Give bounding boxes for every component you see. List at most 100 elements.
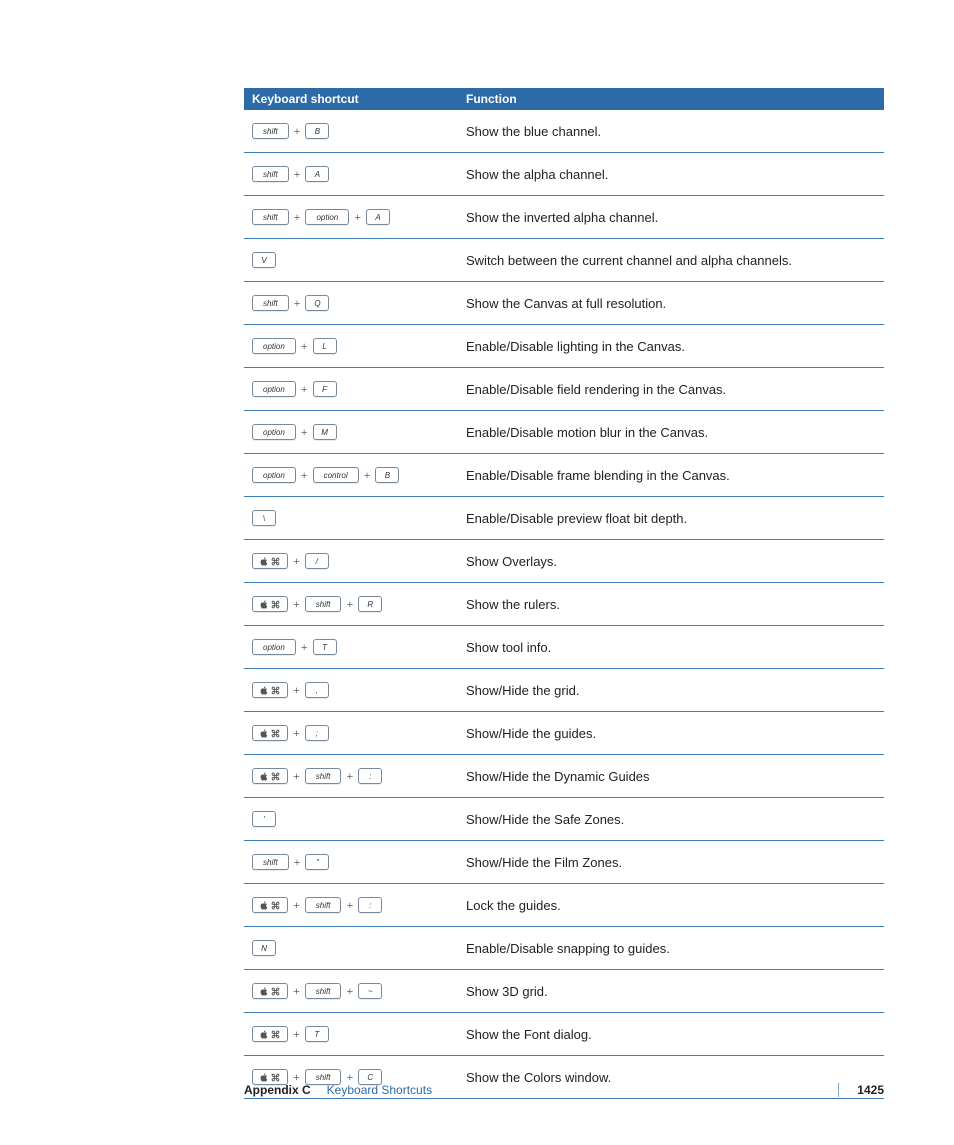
plus-separator: + [346, 898, 353, 913]
cell-shortcut: shift+Q [244, 282, 458, 325]
key-combo: option+control+B [252, 467, 450, 483]
table-row: option+M Enable/Disable motion blur in th… [244, 411, 884, 454]
key-combo: +, [252, 682, 450, 698]
page-number: 1425 [838, 1083, 884, 1097]
table-row: option+control+B Enable/Disable frame ble… [244, 454, 884, 497]
key-combo: \ [252, 510, 450, 526]
appendix-label: Appendix C [244, 1083, 311, 1097]
key-option: option [305, 209, 349, 225]
page-footer: Appendix C Keyboard Shortcuts 1425 [0, 1083, 954, 1097]
key-shift: shift [305, 983, 342, 999]
cell-shortcut: +T [244, 1013, 458, 1056]
plus-separator: + [294, 210, 301, 225]
key-option: option [252, 338, 296, 354]
cell-function: Enable/Disable lighting in the Canvas. [458, 325, 884, 368]
cell-shortcut: V [244, 239, 458, 282]
plus-separator: + [294, 855, 301, 870]
plus-separator: + [293, 984, 300, 999]
table-row: +TShow the Font dialog. [244, 1013, 884, 1056]
plus-separator: + [293, 769, 300, 784]
cell-function: Show the rulers. [458, 583, 884, 626]
plus-separator: + [346, 984, 353, 999]
plus-separator: + [293, 554, 300, 569]
key-combo: shift+Q [252, 295, 450, 311]
cell-shortcut: \ [244, 497, 458, 540]
cell-function: Enable/Disable field rendering in the Ca… [458, 368, 884, 411]
table-row: 'Show/Hide the Safe Zones. [244, 798, 884, 841]
table-row: \ Enable/Disable preview float bit depth. [244, 497, 884, 540]
key-shift: shift [252, 209, 289, 225]
table-row: +shift+RShow the rulers. [244, 583, 884, 626]
cell-function: Show the Font dialog. [458, 1013, 884, 1056]
key-Q: Q [305, 295, 329, 311]
cell-shortcut: +; [244, 712, 458, 755]
cell-shortcut: +, [244, 669, 458, 712]
table-row: +/Show Overlays. [244, 540, 884, 583]
table-row: shift+"Show/Hide the Film Zones. [244, 841, 884, 884]
plus-separator: + [293, 898, 300, 913]
key-combo: shift+B [252, 123, 450, 139]
plus-separator: + [354, 210, 361, 225]
plus-separator: + [301, 382, 308, 397]
key-option: option [252, 424, 296, 440]
cell-shortcut: option+control+B [244, 454, 458, 497]
key-combo: +; [252, 725, 450, 741]
table-row: +shift+:Show/Hide the Dynamic Guides [244, 755, 884, 798]
key-A: A [366, 209, 390, 225]
key-char: " [305, 854, 329, 870]
cell-function: Show/Hide the Film Zones. [458, 841, 884, 884]
cell-function: Enable/Disable frame blending in the Can… [458, 454, 884, 497]
command-key-icon [252, 682, 288, 698]
cell-function: Enable/Disable preview float bit depth. [458, 497, 884, 540]
key-T: T [305, 1026, 329, 1042]
key-combo: ' [252, 811, 450, 827]
key-combo: N [252, 940, 450, 956]
plus-separator: + [301, 339, 308, 354]
cell-shortcut: +shift+R [244, 583, 458, 626]
key-T: T [313, 639, 337, 655]
shortcuts-table: Keyboard shortcut Function shift+B Show t… [244, 88, 884, 1099]
key-combo: option+L [252, 338, 450, 354]
key-shift: shift [305, 596, 342, 612]
key-char: : [358, 897, 382, 913]
cell-shortcut: + shift +: [244, 884, 458, 927]
command-key-icon [252, 983, 288, 999]
cell-shortcut: +/ [244, 540, 458, 583]
command-key-icon [252, 596, 288, 612]
key-F: F [313, 381, 337, 397]
key-char: / [305, 553, 329, 569]
cell-function: Enable/Disable motion blur in the Canvas… [458, 411, 884, 454]
command-key-icon [252, 1026, 288, 1042]
cell-function: Show the inverted alpha channel. [458, 196, 884, 239]
key-combo: option+M [252, 424, 450, 440]
plus-separator: + [294, 124, 301, 139]
cell-shortcut: option + F [244, 368, 458, 411]
plus-separator: + [301, 468, 308, 483]
key-option: option [252, 381, 296, 397]
cell-shortcut: shift + option + A [244, 196, 458, 239]
table-row: shift+AShow the alpha channel. [244, 153, 884, 196]
key-V: V [252, 252, 276, 268]
plus-separator: + [346, 597, 353, 612]
key-shift: shift [305, 897, 342, 913]
footer-left: Appendix C Keyboard Shortcuts [244, 1083, 838, 1097]
table-row: +;Show/Hide the guides. [244, 712, 884, 755]
cell-function: Show the blue channel. [458, 110, 884, 153]
key-A: A [305, 166, 329, 182]
key-shift: shift [252, 166, 289, 182]
cell-shortcut: +shift+~ [244, 970, 458, 1013]
key-shift: shift [305, 768, 342, 784]
key-combo: shift + option + A [252, 209, 450, 225]
plus-separator: + [293, 683, 300, 698]
cell-function: Switch between the current channel and a… [458, 239, 884, 282]
cell-shortcut: option+T [244, 626, 458, 669]
table-row: V Switch between the current channel and … [244, 239, 884, 282]
key-char: \ [252, 510, 276, 526]
table-header: Keyboard shortcut Function [244, 88, 884, 110]
key-combo: option + F [252, 381, 450, 397]
table-row: option + F Enable/Disable field rendering i… [244, 368, 884, 411]
cell-function: Show the alpha channel. [458, 153, 884, 196]
plus-separator: + [346, 769, 353, 784]
key-combo: +shift+~ [252, 983, 450, 999]
command-key-icon [252, 553, 288, 569]
